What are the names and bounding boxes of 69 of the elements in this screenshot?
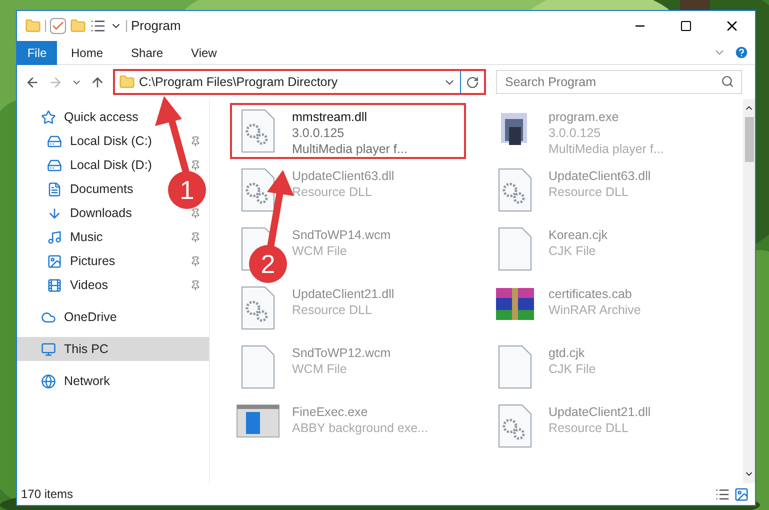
settings-file-icon (241, 286, 275, 330)
file-detail: 3.0.0.125 (292, 125, 346, 141)
picture-icon (47, 254, 62, 268)
scroll-thumb[interactable] (744, 117, 754, 162)
file-detail: Resource DLL (292, 302, 373, 318)
item-count: 170 items (21, 486, 74, 503)
large-icons-view-icon[interactable] (734, 486, 749, 502)
cloud-icon (41, 310, 56, 324)
drive-icon (47, 158, 62, 172)
details-view-icon[interactable] (715, 486, 730, 502)
music-icon (47, 230, 62, 244)
file-detail: ABBY background exe... (292, 420, 428, 436)
back-icon[interactable] (25, 74, 40, 90)
file-detail: CJK File (548, 243, 597, 259)
file-detail: Resource DLL (548, 184, 630, 200)
search-field[interactable]: Search Program (496, 70, 742, 94)
settings-file-icon (498, 168, 532, 212)
sidebar-item[interactable]: Local Disk (C:) (70, 132, 152, 150)
search-icon (721, 75, 734, 88)
file-detail: MultiMedia player f... (292, 141, 408, 157)
file-detail: CJK File (548, 361, 596, 377)
document-icon (47, 182, 62, 196)
file-detail: WCM File (292, 361, 348, 377)
address-bar[interactable]: C:\Program Files\Program Directory (113, 69, 486, 95)
archive-icon (494, 286, 536, 322)
star-icon (41, 110, 56, 124)
film-icon (47, 278, 62, 292)
sidebar-item[interactable]: Music (70, 228, 103, 246)
sidebar-item[interactable]: Quick access (64, 108, 138, 126)
globe-icon (41, 374, 56, 388)
window-title: Program (131, 17, 181, 36)
monitor-icon (41, 342, 56, 356)
file-detail: 3.0.0.125 (548, 125, 602, 141)
drive-icon (47, 134, 62, 148)
ribbon-tab[interactable]: Share (117, 40, 178, 64)
sidebar-item[interactable]: Local Disk (D:) (70, 156, 152, 174)
ribbon-tab[interactable]: View (177, 40, 231, 64)
scrollbar[interactable] (743, 99, 755, 483)
settings-file-icon (241, 168, 275, 212)
help-icon[interactable] (734, 45, 749, 60)
file-icon (498, 345, 532, 389)
folder-icon (119, 74, 135, 90)
download-icon (47, 206, 62, 220)
settings-file-icon (241, 109, 275, 153)
file-name[interactable]: mmstream.dll (292, 109, 408, 125)
sidebar-item[interactable]: OneDrive (64, 308, 117, 326)
file-tab[interactable]: File (17, 40, 57, 64)
sidebar-item[interactable]: This PC (64, 340, 108, 358)
sidebar-item[interactable]: Downloads (70, 204, 132, 222)
file-detail: MultiMedia player f... (548, 141, 664, 157)
sidebar-item[interactable]: Pictures (70, 252, 116, 270)
file-detail: WCM File (292, 243, 348, 259)
file-detail: Resource DLL (292, 184, 373, 200)
up-icon[interactable] (90, 74, 105, 90)
sidebar-item[interactable]: Documents (70, 180, 134, 198)
file-icon (498, 227, 532, 271)
properties-icon[interactable] (90, 18, 106, 34)
ribbon-tab[interactable]: Home (57, 40, 118, 64)
refresh-icon[interactable] (466, 76, 479, 88)
settings-file-icon (498, 404, 532, 448)
sidebar-item[interactable]: Videos (70, 276, 108, 294)
checklist-icon[interactable] (50, 18, 66, 34)
window-icon (236, 404, 280, 438)
file-detail: Resource DLL (548, 420, 630, 436)
file-icon (241, 345, 275, 389)
address-path: C:\Program Files\Program Directory (139, 74, 338, 91)
maximize-icon (680, 20, 692, 32)
sidebar-item[interactable]: Network (64, 372, 110, 390)
file-detail: WinRAR Archive (548, 302, 641, 318)
